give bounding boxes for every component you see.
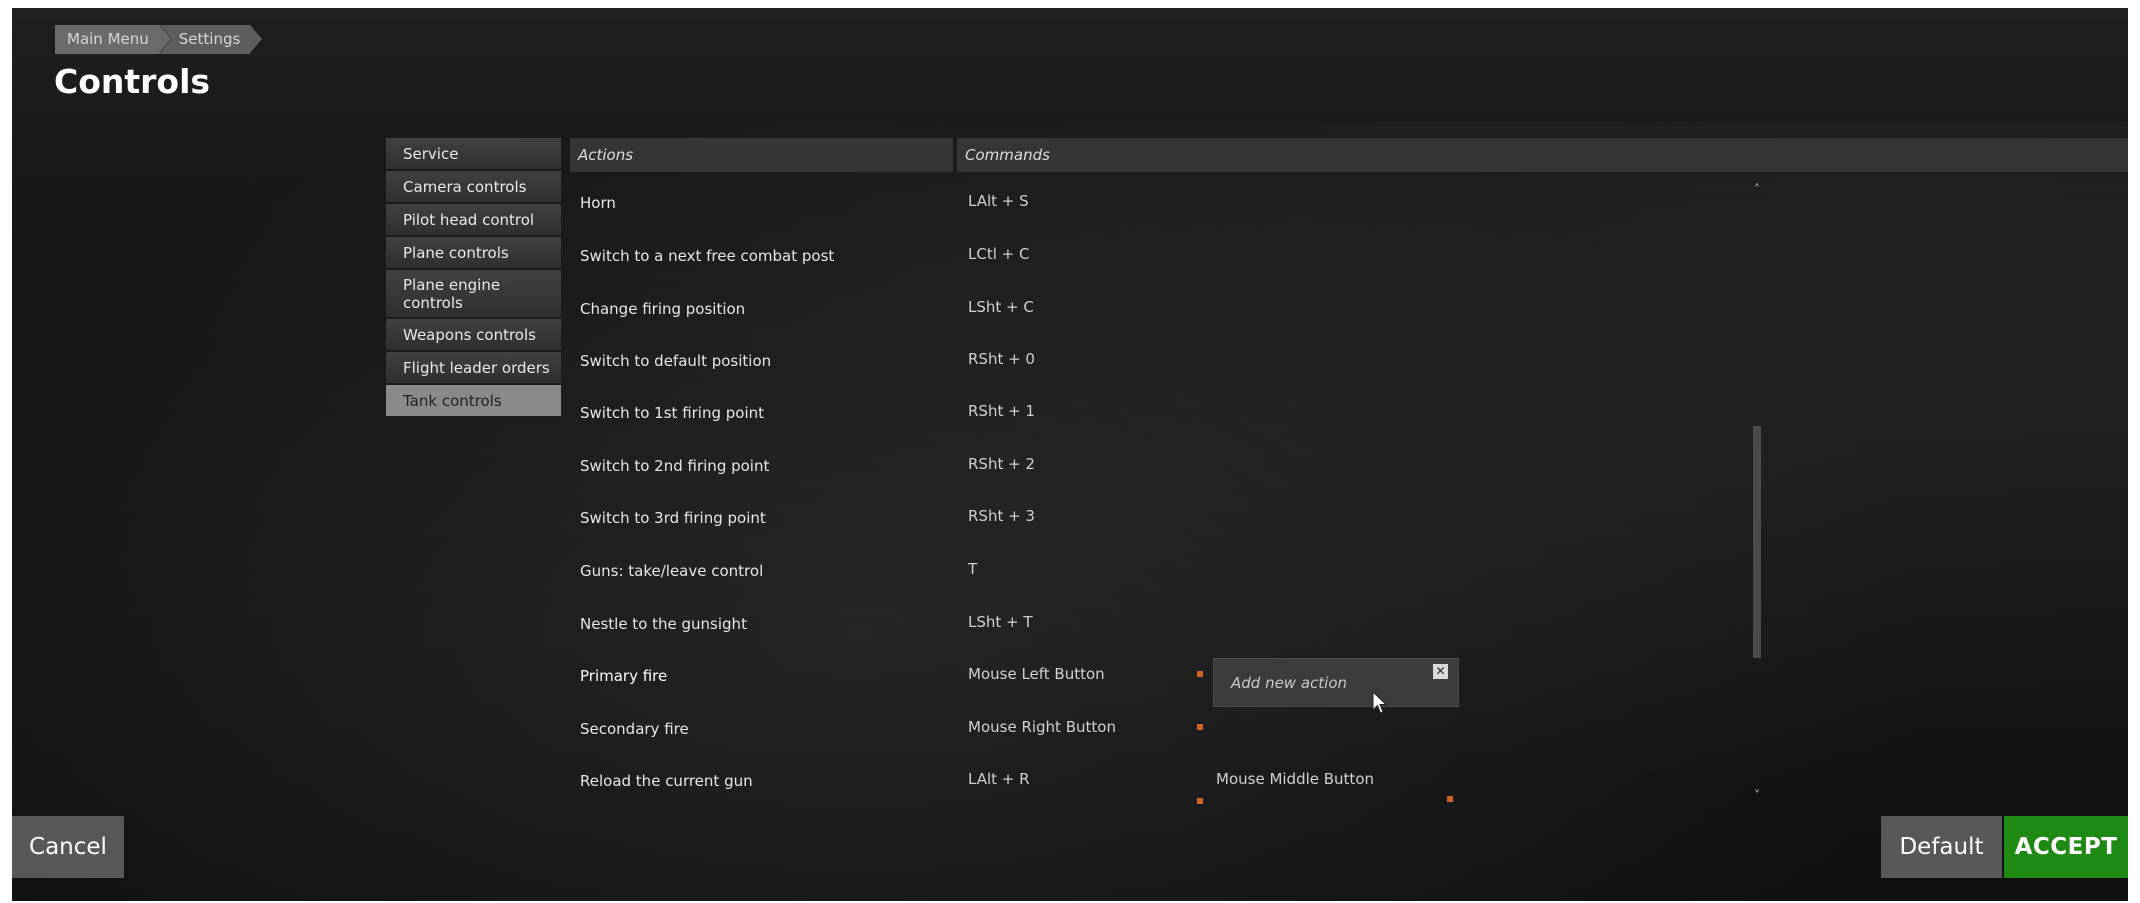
page-title: Controls bbox=[54, 62, 211, 101]
controls-table: Horn LAlt + S Switch to a next free combat… bbox=[570, 184, 1770, 804]
add-new-action-label[interactable]: Add new action bbox=[1231, 674, 1347, 692]
action-label: Switch to default position bbox=[580, 352, 772, 370]
scroll-down-icon[interactable]: ˅ bbox=[1750, 790, 1764, 804]
commands-column-header: Commands bbox=[957, 138, 2128, 172]
category-item[interactable]: Plane engine controls bbox=[386, 270, 561, 319]
table-row[interactable]: Switch to a next free combat post LCtl + … bbox=[570, 237, 1770, 277]
action-label: Reload the current gun bbox=[580, 772, 753, 790]
command-binding-primary[interactable]: LCtl + C bbox=[968, 245, 1029, 263]
controls-screen: Main Menu Settings Controls Service Camer… bbox=[12, 8, 2128, 901]
scroll-up-icon[interactable]: ˄ bbox=[1750, 184, 1764, 198]
table-row[interactable]: Switch to default position RSht + 0 bbox=[570, 342, 1770, 382]
command-binding-primary[interactable]: LSht + T bbox=[968, 613, 1033, 631]
binding-marker-icon bbox=[1447, 796, 1453, 802]
command-binding-primary[interactable]: Mouse Left Button bbox=[968, 665, 1105, 683]
command-binding-secondary[interactable]: Mouse Middle Button bbox=[1216, 770, 1374, 788]
category-item[interactable]: Camera controls bbox=[386, 171, 561, 204]
actions-column-header: Actions bbox=[570, 138, 953, 172]
mouse-cursor-icon bbox=[1372, 691, 1388, 714]
command-binding-primary[interactable]: RSht + 1 bbox=[968, 402, 1035, 420]
table-row[interactable]: Horn LAlt + S bbox=[570, 184, 1770, 224]
command-binding-primary[interactable]: RSht + 2 bbox=[968, 455, 1035, 473]
table-row[interactable]: Switch to 1st firing point RSht + 1 bbox=[570, 394, 1770, 434]
accept-button[interactable]: ACCEPT bbox=[2004, 816, 2128, 878]
scroll-thumb[interactable] bbox=[1753, 426, 1761, 658]
action-label: Switch to a next free combat post bbox=[580, 247, 835, 265]
table-row[interactable]: Nestle to the gunsight LSht + T bbox=[570, 605, 1770, 645]
table-row[interactable]: Switch to 2nd firing point RSht + 2 bbox=[570, 447, 1770, 487]
command-binding-primary[interactable]: RSht + 3 bbox=[968, 507, 1035, 525]
category-menu: Service Camera controls Pilot head control… bbox=[386, 138, 561, 418]
scroll-track[interactable] bbox=[1753, 204, 1761, 784]
category-item[interactable]: Tank controls bbox=[386, 385, 561, 418]
action-label: Switch to 3rd firing point bbox=[580, 509, 766, 527]
binding-marker-icon bbox=[1197, 671, 1203, 677]
command-binding-primary[interactable]: LAlt + S bbox=[968, 192, 1029, 210]
breadcrumb-settings[interactable]: Settings bbox=[158, 25, 262, 54]
command-binding-primary[interactable]: LSht + C bbox=[968, 298, 1034, 316]
default-button[interactable]: Default bbox=[1881, 816, 2002, 878]
action-label: Switch to 2nd firing point bbox=[580, 457, 770, 475]
category-item[interactable]: Plane controls bbox=[386, 237, 561, 270]
category-item[interactable]: Flight leader orders bbox=[386, 352, 561, 385]
close-icon[interactable]: ✕ bbox=[1433, 664, 1448, 679]
table-row[interactable]: Primary fire Mouse Left Button bbox=[570, 657, 1770, 697]
table-row[interactable]: Switch to 3rd firing point RSht + 3 bbox=[570, 499, 1770, 539]
table-row[interactable]: Reload the current gun LAlt + R Mouse Midd… bbox=[570, 762, 1770, 804]
category-item[interactable]: Service bbox=[386, 138, 561, 171]
action-label: Primary fire bbox=[580, 667, 668, 685]
table-row[interactable]: Guns: take/leave control T bbox=[570, 552, 1770, 592]
cancel-button[interactable]: Cancel bbox=[12, 816, 124, 878]
category-item[interactable]: Pilot head control bbox=[386, 204, 561, 237]
action-label: Change firing position bbox=[580, 300, 746, 318]
action-label: Horn bbox=[580, 194, 616, 212]
action-label: Switch to 1st firing point bbox=[580, 404, 765, 422]
add-new-action-popup[interactable]: Add new action ✕ bbox=[1213, 658, 1459, 707]
scrollbar[interactable]: ˄ ˅ bbox=[1750, 184, 1764, 804]
action-label: Guns: take/leave control bbox=[580, 562, 764, 580]
command-binding-primary[interactable]: T bbox=[968, 560, 977, 578]
command-binding-primary[interactable]: LAlt + R bbox=[968, 770, 1030, 788]
breadcrumb: Main Menu Settings bbox=[55, 25, 262, 54]
binding-marker-icon bbox=[1197, 724, 1203, 730]
table-row[interactable]: Secondary fire Mouse Right Button bbox=[570, 710, 1770, 750]
table-row[interactable]: Change firing position LSht + C bbox=[570, 290, 1770, 330]
binding-marker-icon bbox=[1197, 798, 1203, 804]
category-item[interactable]: Weapons controls bbox=[386, 319, 561, 352]
action-label: Nestle to the gunsight bbox=[580, 615, 747, 633]
command-binding-primary[interactable]: RSht + 0 bbox=[968, 350, 1035, 368]
breadcrumb-main-menu[interactable]: Main Menu bbox=[55, 25, 159, 54]
header-band bbox=[12, 8, 2128, 122]
command-binding-primary[interactable]: Mouse Right Button bbox=[968, 718, 1116, 736]
action-label: Secondary fire bbox=[580, 720, 689, 738]
